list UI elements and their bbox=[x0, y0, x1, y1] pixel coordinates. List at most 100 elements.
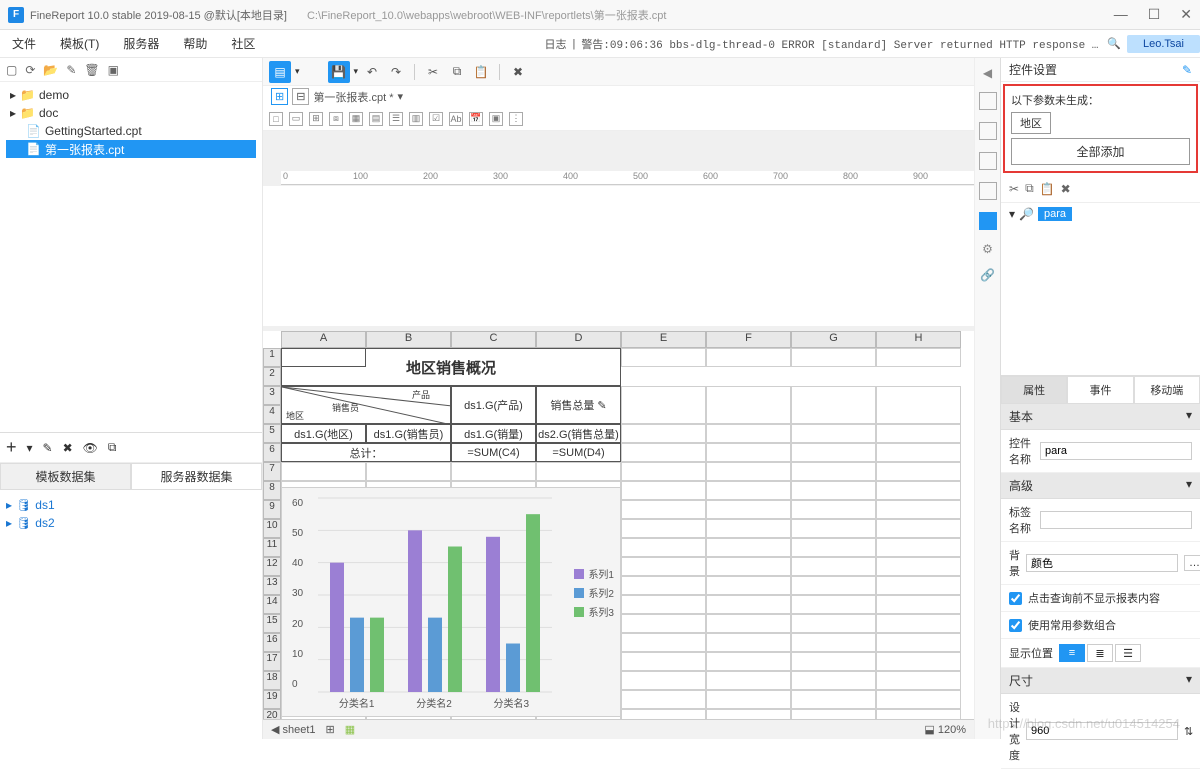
delete-icon[interactable]: 🗑 bbox=[84, 63, 99, 77]
collapse-icon[interactable]: ◀ bbox=[983, 66, 992, 80]
edit-icon[interactable]: ✎ bbox=[43, 441, 53, 455]
menu-server[interactable]: 服务器 bbox=[111, 35, 171, 52]
group-basic[interactable]: 基本 bbox=[1009, 408, 1033, 425]
ds-item[interactable]: ▸🛢ds1 bbox=[6, 496, 256, 514]
delete-icon[interactable]: ✖ bbox=[1061, 182, 1071, 196]
search-icon[interactable]: 🔍 bbox=[1107, 37, 1121, 50]
tab-template-ds[interactable]: 模板数据集 bbox=[0, 463, 131, 490]
tab-mobile[interactable]: 移动端 bbox=[1134, 376, 1200, 404]
delete-icon[interactable]: ✖ bbox=[508, 62, 528, 82]
copy-icon[interactable]: ⧉ bbox=[1025, 181, 1034, 196]
stats-icon[interactable]: ⊞ bbox=[326, 723, 335, 736]
cb-common-params[interactable] bbox=[1009, 619, 1022, 632]
tree-item-gs[interactable]: GettingStarted.cpt bbox=[45, 124, 142, 138]
folder-icon[interactable]: 📂 bbox=[43, 63, 58, 77]
tab-server-ds[interactable]: 服务器数据集 bbox=[131, 463, 262, 490]
menubar: 文件 模板(T) 服务器 帮助 社区 日志 | 警告:09:06:36 bbs-… bbox=[0, 30, 1200, 58]
tree-item-demo[interactable]: demo bbox=[39, 88, 69, 102]
pending-param[interactable]: 地区 bbox=[1011, 112, 1051, 134]
copy-icon[interactable]: ⧉ bbox=[447, 62, 467, 82]
bg-input[interactable] bbox=[1026, 554, 1178, 572]
stats-icon[interactable]: ▦ bbox=[345, 723, 355, 736]
menu-help[interactable]: 帮助 bbox=[171, 35, 219, 52]
tool-icon[interactable]: ▭ bbox=[289, 112, 303, 126]
preview-button[interactable]: ▤ bbox=[269, 61, 291, 83]
tool-icon[interactable]: ☑ bbox=[429, 112, 443, 126]
tab-props[interactable]: 属性 bbox=[1001, 376, 1067, 404]
tool-icon[interactable]: ▤ bbox=[369, 112, 383, 126]
stepper-icon[interactable]: ⇅ bbox=[1184, 725, 1193, 738]
dropdown-icon[interactable]: ▾ bbox=[398, 90, 404, 103]
side-tool-icon[interactable] bbox=[979, 92, 997, 110]
gear-icon[interactable]: ⚙ bbox=[982, 242, 993, 256]
tool-icon[interactable]: ▥ bbox=[409, 112, 423, 126]
caret-icon[interactable]: ▸ bbox=[10, 88, 16, 102]
zoom-toggle[interactable]: ⬓ bbox=[924, 724, 934, 736]
cut-icon[interactable]: ✂ bbox=[423, 62, 443, 82]
edit-icon[interactable]: ✎ bbox=[1182, 63, 1192, 77]
control-name-input[interactable] bbox=[1040, 442, 1192, 460]
side-tool-icon[interactable] bbox=[979, 152, 997, 170]
group-size[interactable]: 尺寸 bbox=[1009, 672, 1033, 689]
tool-icon[interactable]: ▦ bbox=[349, 112, 363, 126]
align-right[interactable]: ☰ bbox=[1115, 644, 1141, 662]
tree-item-report[interactable]: 第一张报表.cpt bbox=[45, 141, 124, 158]
expand-icon[interactable]: ▾ bbox=[1009, 207, 1015, 221]
side-tool-icon[interactable] bbox=[979, 212, 997, 230]
sheet-tab[interactable]: ◀ sheet1 bbox=[271, 723, 316, 736]
tab-mode-icon[interactable]: ⊞ bbox=[271, 88, 288, 105]
redo-icon[interactable]: ↷ bbox=[386, 62, 406, 82]
parameter-pane[interactable] bbox=[263, 186, 974, 326]
tool-icon[interactable]: ⋮ bbox=[509, 112, 523, 126]
refresh-icon[interactable]: ⟳ bbox=[25, 63, 35, 77]
add-dataset-icon[interactable]: + bbox=[6, 437, 17, 458]
align-left[interactable]: ≡ bbox=[1059, 644, 1085, 662]
preview-icon[interactable]: 👁 bbox=[83, 441, 98, 455]
menu-file[interactable]: 文件 bbox=[0, 35, 48, 52]
minimize-icon[interactable]: — bbox=[1114, 6, 1128, 23]
tool-icon[interactable]: ⊞ bbox=[309, 112, 323, 126]
expand-icon[interactable]: ▣ bbox=[108, 63, 119, 77]
tool-icon[interactable]: ▣ bbox=[489, 112, 503, 126]
spreadsheet[interactable]: ABCDEFGH 1234567891011121314151617181920… bbox=[263, 331, 974, 719]
tab-form-icon[interactable]: ⊟ bbox=[292, 88, 309, 105]
cut-icon[interactable]: ✂ bbox=[1009, 182, 1019, 196]
side-tool-icon[interactable] bbox=[979, 182, 997, 200]
tree-item-doc[interactable]: doc bbox=[39, 106, 58, 120]
maximize-icon[interactable]: ☐ bbox=[1148, 6, 1161, 23]
caret-icon[interactable]: ▸ bbox=[10, 106, 16, 120]
param-node[interactable]: para bbox=[1038, 207, 1072, 221]
more-button[interactable]: … bbox=[1184, 555, 1200, 571]
user-badge[interactable]: Leo.Tsai bbox=[1127, 35, 1200, 53]
tool-icon[interactable]: ☰ bbox=[389, 112, 403, 126]
rename-icon[interactable]: ✎ bbox=[66, 63, 76, 77]
copy-icon[interactable]: ⧉ bbox=[108, 440, 117, 455]
side-tool-icon[interactable] bbox=[979, 122, 997, 140]
label-name-input[interactable] bbox=[1040, 511, 1192, 529]
paste-icon[interactable]: 📋 bbox=[1040, 182, 1055, 196]
tool-icon[interactable]: 📅 bbox=[469, 112, 483, 126]
save-button[interactable]: 💾 bbox=[328, 61, 350, 83]
add-all-button[interactable]: 全部添加 bbox=[1011, 138, 1190, 165]
tab-events[interactable]: 事件 bbox=[1067, 376, 1133, 404]
file-tree[interactable]: ▸📁demo ▸📁doc 📄GettingStarted.cpt 📄第一张报表.… bbox=[0, 82, 262, 432]
tool-icon[interactable]: ⧈ bbox=[329, 112, 343, 126]
delete-icon[interactable]: ✖ bbox=[63, 441, 73, 455]
new-icon[interactable]: ▢ bbox=[6, 63, 17, 77]
group-adv[interactable]: 高级 bbox=[1009, 477, 1033, 494]
file-tab[interactable]: ⊞ ⊟ 第一张报表.cpt * ▾ bbox=[263, 86, 974, 107]
chart-widget[interactable]: 6050403020100 分类名1分类名2分类名3 系列1系列2系列3 bbox=[281, 487, 621, 717]
tool-icon[interactable]: □ bbox=[269, 112, 283, 126]
log-label[interactable]: 日志 bbox=[544, 36, 566, 52]
undo-icon[interactable]: ↶ bbox=[362, 62, 382, 82]
dropdown-icon[interactable]: ▾ bbox=[27, 441, 33, 455]
paste-icon[interactable]: 📋 bbox=[471, 62, 491, 82]
tool-icon[interactable]: Ab bbox=[449, 112, 463, 126]
menu-template[interactable]: 模板(T) bbox=[48, 35, 111, 52]
link-icon[interactable]: 🔗 bbox=[980, 268, 995, 282]
close-icon[interactable]: ✕ bbox=[1180, 6, 1192, 23]
ds-item[interactable]: ▸🛢ds2 bbox=[6, 514, 256, 532]
menu-community[interactable]: 社区 bbox=[219, 35, 267, 52]
cb-hide-before-query[interactable] bbox=[1009, 592, 1022, 605]
align-center[interactable]: ≣ bbox=[1087, 644, 1113, 662]
